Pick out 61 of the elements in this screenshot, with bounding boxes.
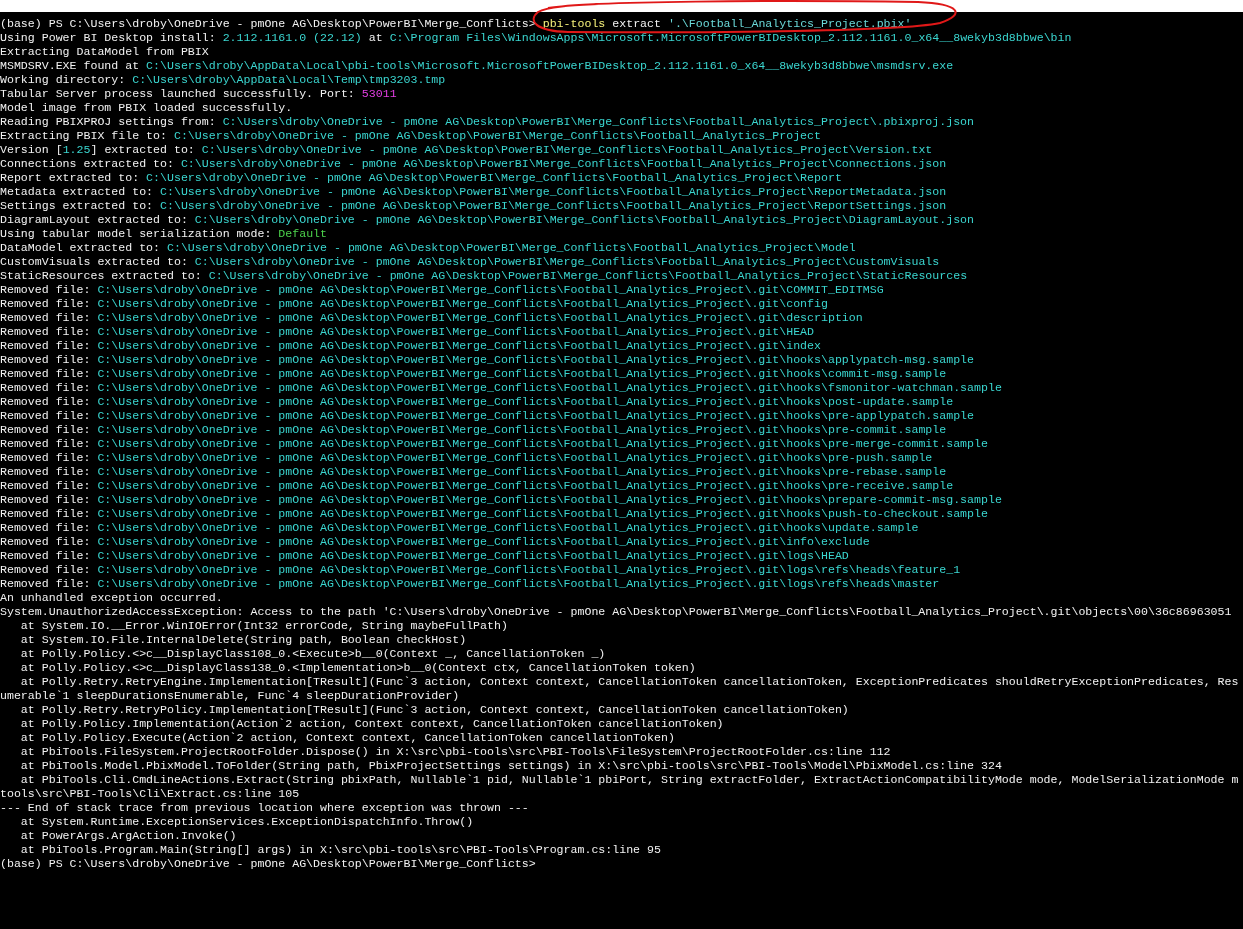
terminal-line: DiagramLayout extracted to: C:\Users\droby\OneDrive - pmOne AG\Desktop\PowerBI\Merge_Conflicts\Football_Analytics_Project\DiagramLayout.json <box>0 213 975 227</box>
terminal-line: Removed file: C:\Users\droby\OneDrive - pmOne AG\Desktop\PowerBI\Merge_Conflicts\Football_Analytics_Project\.git\hooks\commit-msg.sample <box>0 367 947 381</box>
terminal-line: Removed file: C:\Users\droby\OneDrive - pmOne AG\Desktop\PowerBI\Merge_Conflicts\Football_Analytics_Project\.git\hooks\pre-applypatch.sample <box>0 409 975 423</box>
terminal-line: at Polly.Retry.RetryPolicy.Implementation[TResult](Func`3 action, Context context, CancellationToken cancellationToken) <box>19 703 849 717</box>
terminal-line: at System.IO.File.InternalDelete(String path, Boolean checkHost) <box>19 633 467 647</box>
terminal-line: Removed file: C:\Users\droby\OneDrive - pmOne AG\Desktop\PowerBI\Merge_Conflicts\Football_Analytics_Project\.git\hooks\pre-receive.sample <box>0 479 954 493</box>
terminal-line: Connections extracted to: C:\Users\droby\OneDrive - pmOne AG\Desktop\PowerBI\Merge_Conflicts\Football_Analytics_Project\Connections.json <box>0 157 947 171</box>
terminal-line: at Polly.Policy.<>c__DisplayClass138_0.<Implementation>b__0(Context ctx, CancellationToken token) <box>19 661 696 675</box>
terminal-line: Removed file: C:\Users\droby\OneDrive - pmOne AG\Desktop\PowerBI\Merge_Conflicts\Football_Analytics_Project\.git\hooks\push-to-checkout.sample <box>0 507 988 521</box>
terminal-line: Reading PBIXPROJ settings from: C:\Users\droby\OneDrive - pmOne AG\Desktop\PowerBI\Merge_Conflicts\Football_Analytics_Project\.pbixproj.json <box>0 115 975 129</box>
terminal-line: Extracting DataModel from PBIX <box>0 45 209 59</box>
terminal-line: Version [1.25] extracted to: C:\Users\droby\OneDrive - pmOne AG\Desktop\PowerBI\Merge_Conflicts\Football_Analytics_Project\Version.txt <box>0 143 933 157</box>
terminal-line: Removed file: C:\Users\droby\OneDrive - pmOne AG\Desktop\PowerBI\Merge_Conflicts\Football_Analytics_Project\.git\hooks\post-update.sample <box>0 395 954 409</box>
terminal-line: Extracting PBIX file to: C:\Users\droby\OneDrive - pmOne AG\Desktop\PowerBI\Merge_Conflicts\Football_Analytics_Project <box>0 129 821 143</box>
terminal-line: at PbiTools.Model.PbixModel.ToFolder(String path, PbixProjectSettings settings) in X:\src\pbi-tools\src\PBI-Tools\Model\PbixModel.cs:line 324 <box>19 759 1002 773</box>
terminal-line: Removed file: C:\Users\droby\OneDrive - pmOne AG\Desktop\PowerBI\Merge_Conflicts\Football_Analytics_Project\.git\hooks\pre-commit.sample <box>0 423 947 437</box>
terminal-line: Removed file: C:\Users\droby\OneDrive - pmOne AG\Desktop\PowerBI\Merge_Conflicts\Football_Analytics_Project\.git\hooks\pre-rebase.sample <box>0 465 947 479</box>
terminal-line: StaticResources extracted to: C:\Users\droby\OneDrive - pmOne AG\Desktop\PowerBI\Merge_Conflicts\Football_Analytics_Project\StaticResources <box>0 269 968 283</box>
terminal-line: Settings extracted to: C:\Users\droby\OneDrive - pmOne AG\Desktop\PowerBI\Merge_Conflicts\Football_Analytics_Project\ReportSettings.json <box>0 199 947 213</box>
terminal-line: at Polly.Retry.RetryEngine.Implementation[TResult](Func`3 action, Context context, CancellationToken cancellationToken, ExceptionPredicates shouldRetryExceptionPredicates, Res <box>19 675 1239 689</box>
terminal-line: MSMDSRV.EXE found at C:\Users\droby\AppData\Local\pbi-tools\Microsoft.MicrosoftPowerBIDesktop_2.112.1161.0_x64__8wekyb3d8bbwe\msmdsrv.exe <box>0 59 954 73</box>
terminal-line: at Polly.Policy.Execute(Action`2 action, Context context, CancellationToken cancellationToken) <box>19 731 675 745</box>
terminal-line: Removed file: C:\Users\droby\OneDrive - pmOne AG\Desktop\PowerBI\Merge_Conflicts\Football_Analytics_Project\.git\info\exclude <box>0 535 870 549</box>
terminal-line: Using tabular model serialization mode: Default <box>0 227 327 241</box>
terminal-line: Metadata extracted to: C:\Users\droby\OneDrive - pmOne AG\Desktop\PowerBI\Merge_Conflicts\Football_Analytics_Project\ReportMetadata.json <box>0 185 947 199</box>
terminal-line: --- End of stack trace from previous location where exception was thrown --- <box>0 801 529 815</box>
terminal-line: DataModel extracted to: C:\Users\droby\OneDrive - pmOne AG\Desktop\PowerBI\Merge_Conflicts\Football_Analytics_Project\Model <box>0 241 856 255</box>
terminal-line: Removed file: C:\Users\droby\OneDrive - pmOne AG\Desktop\PowerBI\Merge_Conflicts\Football_Analytics_Project\.git\hooks\applypatch-msg.sample <box>0 353 975 367</box>
terminal-line: at PowerArgs.ArgAction.Invoke() <box>19 829 237 843</box>
terminal-line: at System.Runtime.ExceptionServices.ExceptionDispatchInfo.Throw() <box>19 815 474 829</box>
terminal-line: at Polly.Policy.Implementation(Action`2 action, Context context, CancellationToken cancellationToken) <box>19 717 724 731</box>
terminal-line: Removed file: C:\Users\droby\OneDrive - pmOne AG\Desktop\PowerBI\Merge_Conflicts\Football_Analytics_Project\.git\hooks\update.sample <box>0 521 919 535</box>
terminal-line: (base) PS C:\Users\droby\OneDrive - pmOne AG\Desktop\PowerBI\Merge_Conflicts> <box>0 857 536 871</box>
terminal-line: Removed file: C:\Users\droby\OneDrive - pmOne AG\Desktop\PowerBI\Merge_Conflicts\Football_Analytics_Project\.git\logs\refs\heads\feature_1 <box>0 563 961 577</box>
terminal-line: Tabular Server process launched successfully. Port: 53011 <box>0 87 397 101</box>
terminal-line: at Polly.Policy.<>c__DisplayClass108_0.<Execute>b__0(Context _, CancellationToken _) <box>19 647 606 661</box>
terminal-line: Removed file: C:\Users\droby\OneDrive - pmOne AG\Desktop\PowerBI\Merge_Conflicts\Football_Analytics_Project\.git\hooks\fsmonitor-watchman.sample <box>0 381 1002 395</box>
terminal-line: Removed file: C:\Users\droby\OneDrive - pmOne AG\Desktop\PowerBI\Merge_Conflicts\Football_Analytics_Project\.git\hooks\prepare-commit-msg.sample <box>0 493 1002 507</box>
terminal-line: (base) PS C:\Users\droby\OneDrive - pmOne AG\Desktop\PowerBI\Merge_Conflicts> pbi-tools extract '.\Football_Analytics_Project.pbix' <box>0 17 912 31</box>
terminal-line: Removed file: C:\Users\droby\OneDrive - pmOne AG\Desktop\PowerBI\Merge_Conflicts\Football_Analytics_Project\.git\hooks\pre-merge-commit.sample <box>0 437 988 451</box>
terminal-line: Removed file: C:\Users\droby\OneDrive - pmOne AG\Desktop\PowerBI\Merge_Conflicts\Football_Analytics_Project\.git\COMMIT_EDITMSG <box>0 283 884 297</box>
terminal-line: Report extracted to: C:\Users\droby\OneDrive - pmOne AG\Desktop\PowerBI\Merge_Conflicts\Football_Analytics_Project\Report <box>0 171 842 185</box>
terminal-line: Removed file: C:\Users\droby\OneDrive - pmOne AG\Desktop\PowerBI\Merge_Conflicts\Football_Analytics_Project\.git\hooks\pre-push.sample <box>0 451 933 465</box>
terminal-line: Working directory: C:\Users\droby\AppData\Local\Temp\tmp3203.tmp <box>0 73 446 87</box>
terminal-line: at System.IO.__Error.WinIOError(Int32 errorCode, String maybeFullPath) <box>19 619 508 633</box>
terminal-line: System.UnauthorizedAccessException: Access to the path 'C:\Users\droby\OneDrive - pmOne AG\Desktop\PowerBI\Merge_Conflicts\Football_Analytics_Project\.git\objects\00\36c86963051 <box>0 605 1232 619</box>
terminal-line: tools\src\PBI-Tools\Cli\Extract.cs:line 105 <box>0 787 300 801</box>
terminal-line: Removed file: C:\Users\droby\OneDrive - pmOne AG\Desktop\PowerBI\Merge_Conflicts\Football_Analytics_Project\.git\logs\refs\heads\master <box>0 577 940 591</box>
terminal-line: Removed file: C:\Users\droby\OneDrive - pmOne AG\Desktop\PowerBI\Merge_Conflicts\Football_Analytics_Project\.git\logs\HEAD <box>0 549 849 563</box>
terminal-line: Removed file: C:\Users\droby\OneDrive - pmOne AG\Desktop\PowerBI\Merge_Conflicts\Football_Analytics_Project\.git\description <box>0 311 863 325</box>
terminal-line: CustomVisuals extracted to: C:\Users\droby\OneDrive - pmOne AG\Desktop\PowerBI\Merge_Conflicts\Football_Analytics_Project\CustomVisuals <box>0 255 940 269</box>
terminal-line: at PbiTools.Cli.CmdLineActions.Extract(String pbixPath, Nullable`1 pid, Nullable`1 pbiPort, String extractFolder, ExtractActionCompatibilityMode mode, ModelSerializationMode m <box>19 773 1239 787</box>
terminal-line: Removed file: C:\Users\droby\OneDrive - pmOne AG\Desktop\PowerBI\Merge_Conflicts\Football_Analytics_Project\.git\index <box>0 339 821 353</box>
terminal-line: at PbiTools.FileSystem.ProjectRootFolder.Dispose() in X:\src\pbi-tools\src\PBI-Tools\FileSystem\ProjectRootFolder.cs:line 112 <box>19 745 891 759</box>
terminal-line: Model image from PBIX loaded successfully. <box>0 101 293 115</box>
terminal-line: Using Power BI Desktop install: 2.112.1161.0 (22.12) at C:\Program Files\WindowsApps\Microsoft.MicrosoftPowerBIDesktop_2.112.1161.0_x64__8wekyb3d8bbwe\bin <box>0 31 1072 45</box>
terminal-line: at PbiTools.Program.Main(String[] args) in X:\src\pbi-tools\src\PBI-Tools\Program.cs:line 95 <box>19 843 661 857</box>
terminal-line: umerable`1 sleepDurationsEnumerable, Func`4 sleepDurationProvider) <box>0 689 460 703</box>
terminal-line: Removed file: C:\Users\droby\OneDrive - pmOne AG\Desktop\PowerBI\Merge_Conflicts\Football_Analytics_Project\.git\HEAD <box>0 325 815 339</box>
terminal-line: An unhandled exception occurred. <box>0 591 223 605</box>
terminal-line: Removed file: C:\Users\droby\OneDrive - pmOne AG\Desktop\PowerBI\Merge_Conflicts\Football_Analytics_Project\.git\config <box>0 297 828 311</box>
